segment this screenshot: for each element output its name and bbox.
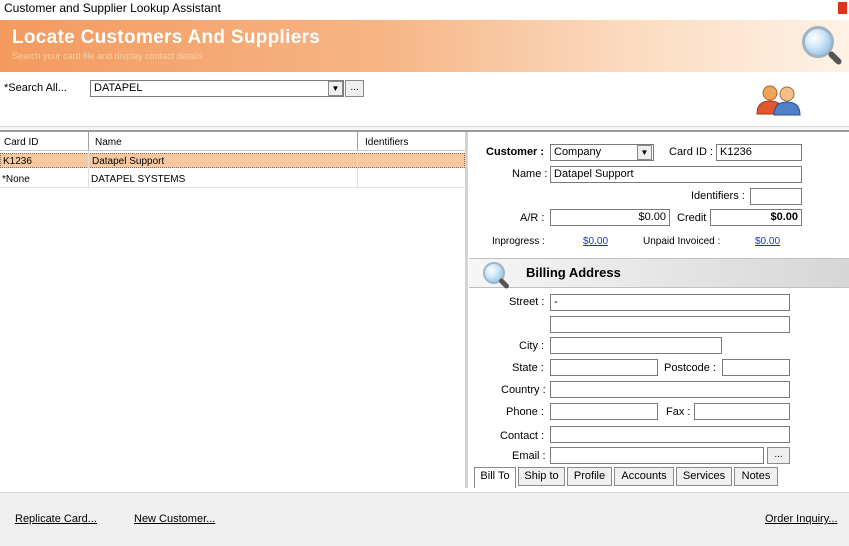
new-customer-link[interactable]: New Customer...	[134, 513, 215, 525]
postcode-label: Postcode :	[664, 362, 716, 374]
customer-label: Customer :	[486, 146, 545, 158]
col-gridline	[88, 150, 89, 188]
credit-limit-field[interactable]: $0.00	[710, 209, 802, 226]
cell-card-id: K1236	[3, 156, 32, 167]
replicate-card-link[interactable]: Replicate Card...	[15, 513, 97, 525]
order-inquiry-link[interactable]: Order Inquiry...	[765, 513, 838, 525]
col-name[interactable]: Name	[95, 137, 122, 148]
chevron-down-icon: ▼	[640, 148, 649, 157]
tab-ship-to[interactable]: Ship to	[518, 467, 565, 486]
footer-bar	[0, 492, 849, 546]
card-id-label: Card ID :	[669, 146, 714, 158]
street-label: Street :	[509, 296, 545, 308]
customer-type-value: Company	[554, 146, 602, 158]
unpaid-label: Unpaid Invoiced :	[643, 236, 721, 247]
cell-card-id: *None	[2, 174, 30, 185]
search-value: DATAPEL	[94, 82, 143, 94]
cell-name: Datapel Support	[92, 156, 165, 167]
phone-label: Phone :	[506, 406, 544, 418]
title-bar: Customer and Supplier Lookup Assistant	[0, 0, 849, 18]
search-input[interactable]: DATAPEL	[90, 80, 344, 97]
header-banner: Locate Customers And Suppliers Search yo…	[0, 20, 849, 72]
street-field-2[interactable]	[550, 316, 790, 333]
close-icon[interactable]	[838, 2, 847, 14]
identifiers-label: Identifiers :	[691, 190, 745, 202]
country-label: Country :	[501, 384, 546, 396]
ar-field[interactable]: $0.00	[550, 209, 670, 226]
contact-field[interactable]	[550, 426, 790, 443]
splitter[interactable]	[465, 132, 468, 488]
ar-value: $0.00	[638, 211, 666, 223]
billing-header: Billing Address	[469, 258, 849, 290]
fax-field[interactable]	[694, 403, 790, 420]
users-icon	[754, 84, 804, 116]
city-label: City :	[519, 340, 545, 352]
tab-bill-to[interactable]: Bill To	[474, 467, 516, 488]
search-label: *Search All...	[4, 82, 67, 94]
identifiers-field[interactable]	[750, 188, 802, 205]
email-label: Email :	[512, 450, 546, 462]
table-row[interactable]: *None DATAPEL SYSTEMS	[0, 172, 465, 188]
billing-heading: Billing Address	[526, 265, 621, 280]
state-label: State :	[512, 362, 544, 374]
state-field[interactable]	[550, 359, 658, 376]
search-dropdown-button[interactable]: ▼	[328, 81, 343, 96]
table-row[interactable]: K1236 Datapel Support	[0, 153, 465, 168]
ar-label: A/R :	[520, 212, 545, 224]
tab-notes[interactable]: Notes	[734, 467, 778, 486]
grid-header: Card ID Name Identifiers	[0, 136, 465, 151]
window-title: Customer and Supplier Lookup Assistant	[4, 1, 221, 15]
card-id-field[interactable]: K1236	[716, 144, 802, 161]
contact-label: Contact :	[500, 430, 545, 442]
name-value: Datapel Support	[554, 168, 634, 180]
street-value: -	[554, 296, 558, 308]
phone-field[interactable]	[550, 403, 658, 420]
col-gridline	[357, 150, 358, 188]
name-label: Name :	[512, 168, 548, 180]
country-field[interactable]	[550, 381, 790, 398]
customer-type-dropdown[interactable]: ▼	[637, 145, 652, 160]
col-card-id[interactable]: Card ID	[4, 137, 38, 148]
credit-limit-value: $0.00	[770, 211, 798, 223]
email-browse-button[interactable]: ...	[767, 447, 790, 464]
postcode-field[interactable]	[722, 359, 790, 376]
tab-accounts[interactable]: Accounts	[614, 467, 674, 486]
banner-subtitle: Search your card file and display contac…	[12, 51, 203, 61]
search-browse-button[interactable]: ...	[345, 80, 364, 97]
tab-profile[interactable]: Profile	[567, 467, 612, 486]
inprogress-label: Inprogress :	[492, 236, 545, 247]
street-field-1[interactable]: -	[550, 294, 790, 311]
col-identifiers[interactable]: Identifiers	[365, 137, 408, 148]
unpaid-link[interactable]: $0.00	[755, 236, 780, 247]
magnifier-icon	[800, 24, 846, 68]
inprogress-link[interactable]: $0.00	[583, 236, 608, 247]
tab-services[interactable]: Services	[676, 467, 732, 486]
city-field[interactable]	[550, 337, 722, 354]
chevron-down-icon: ▼	[331, 84, 340, 93]
cell-name: DATAPEL SYSTEMS	[91, 174, 186, 185]
fax-label: Fax :	[666, 406, 691, 418]
card-id-value: K1236	[720, 146, 752, 158]
banner-heading: Locate Customers And Suppliers	[12, 27, 321, 48]
name-field[interactable]: Datapel Support	[550, 166, 802, 183]
magnifier-icon	[481, 260, 511, 290]
email-field[interactable]	[550, 447, 764, 464]
